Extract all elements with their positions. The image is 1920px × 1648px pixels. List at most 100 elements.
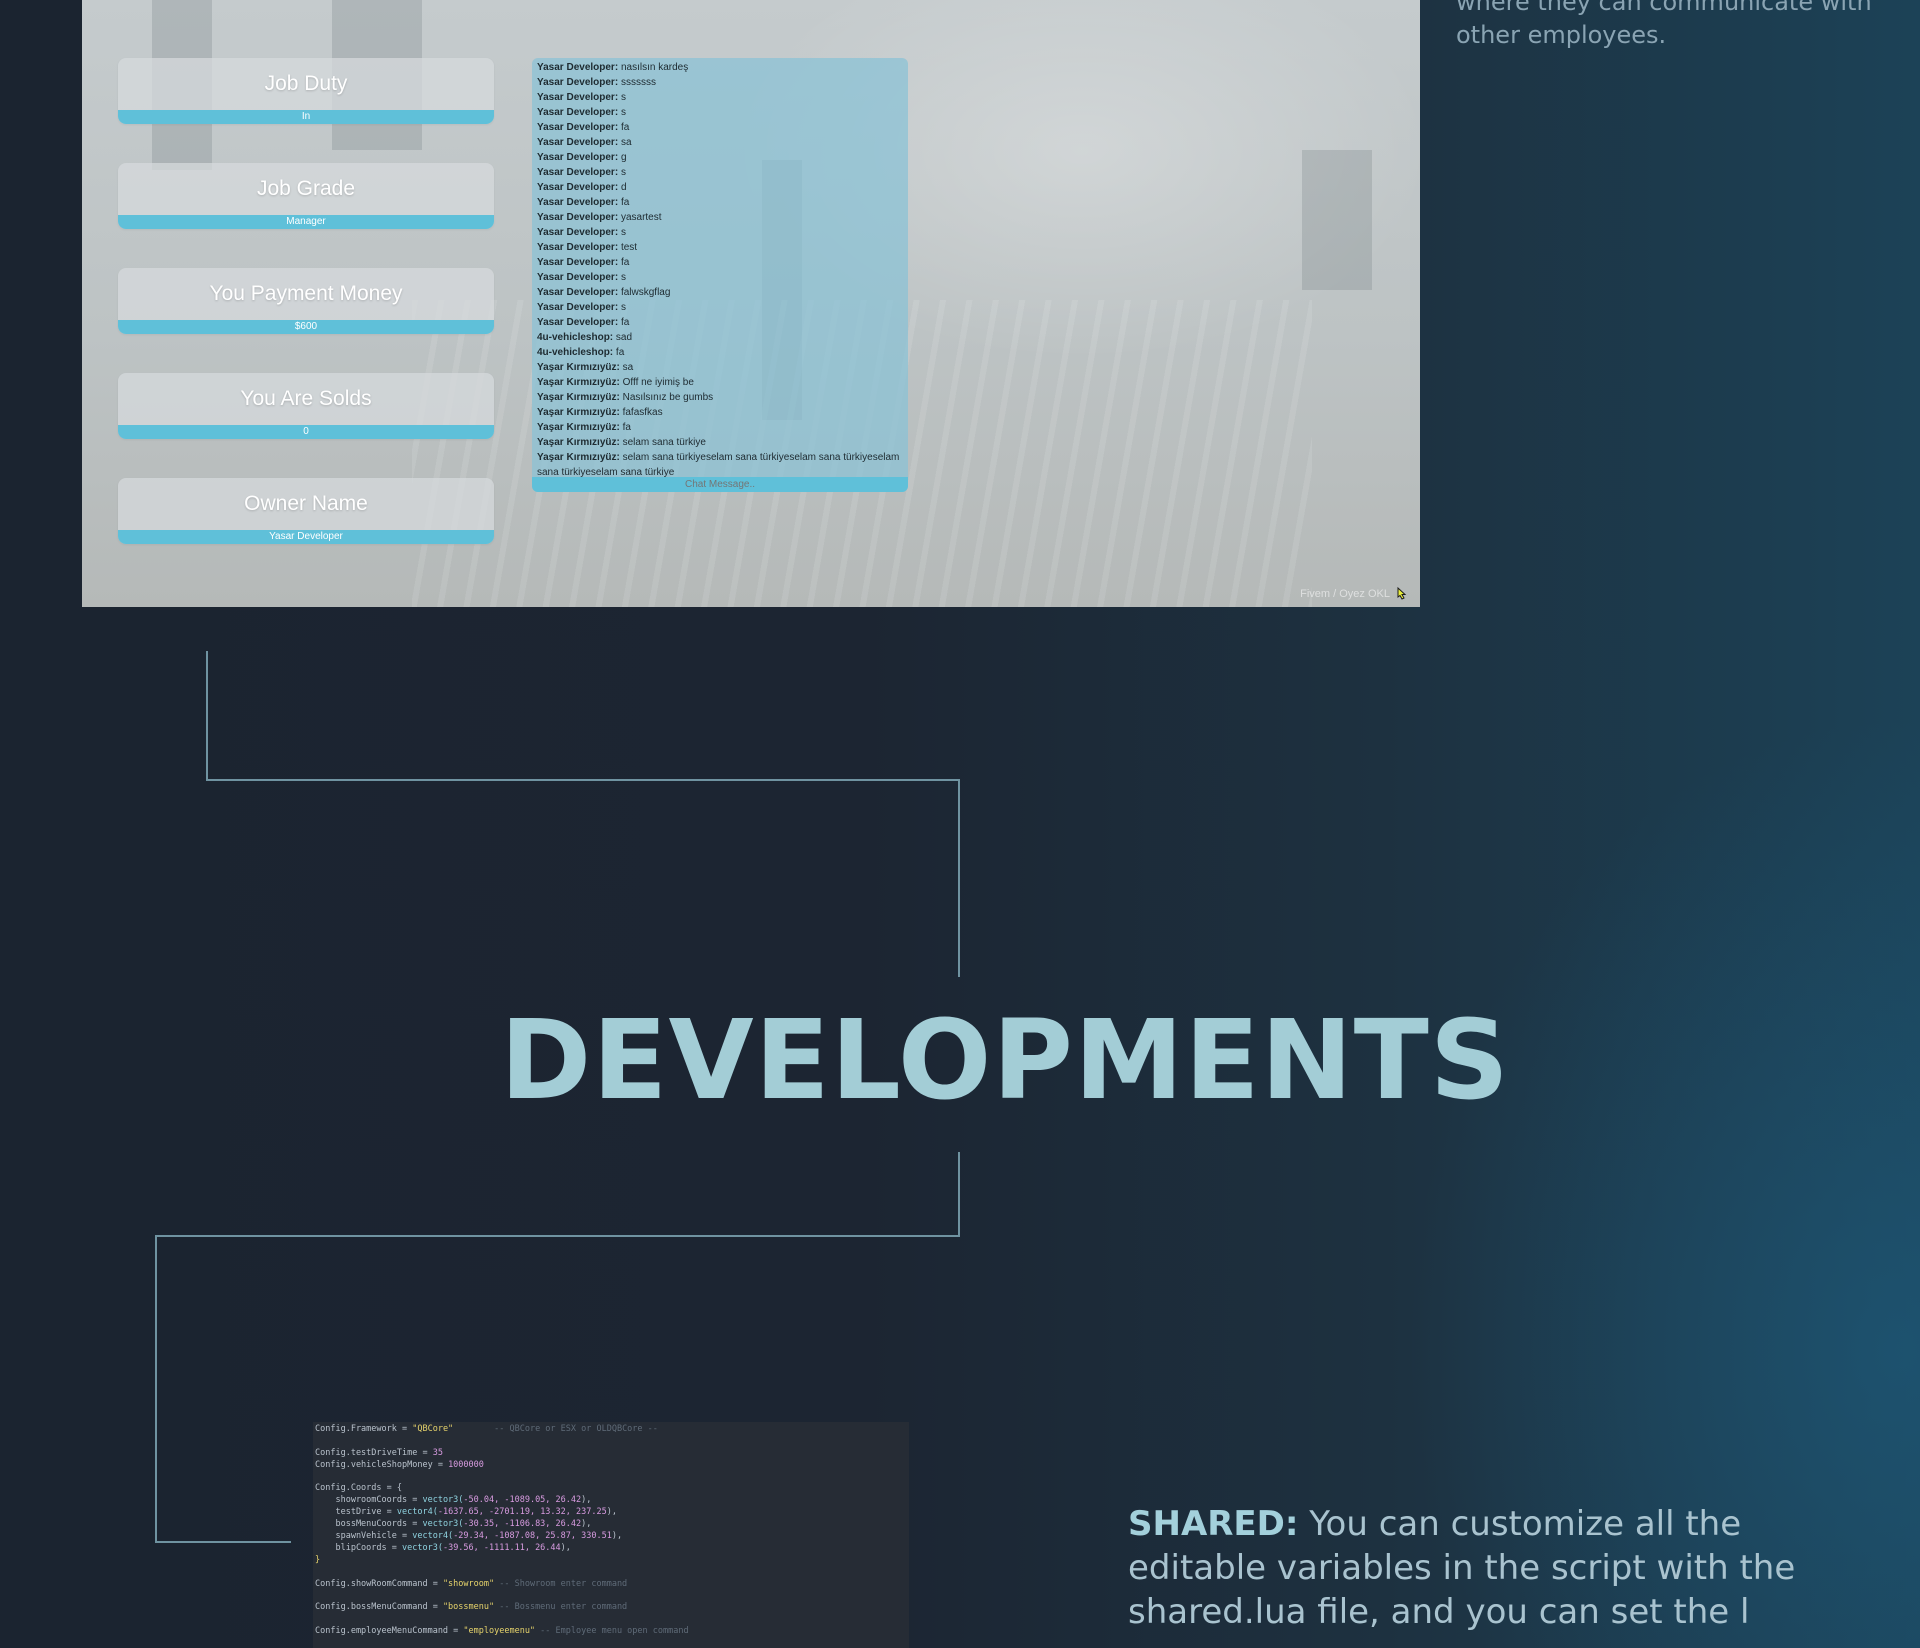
- stat-label: Job Duty: [264, 72, 348, 95]
- chat-message: Yaşar Kırmızıyüz: fafasfkas: [537, 405, 904, 420]
- chat-author: Yasar Developer:: [537, 182, 619, 193]
- frame-line: [958, 779, 960, 977]
- code-line: Config.showRoomCommand = "showroom" -- S…: [315, 1579, 909, 1591]
- chat-author: Yaşar Kırmızıyüz:: [537, 437, 620, 448]
- employee-chat-panel[interactable]: Yasar Developer: nasılsın kardeş Yasar De…: [532, 58, 908, 492]
- code-token: blipCoords =: [315, 1542, 402, 1553]
- chat-text: selam sana türkiye: [619, 437, 706, 448]
- stat-card-job-grade: Job Grade Manager: [118, 163, 494, 229]
- code-token: Config.employeeMenuCommand =: [315, 1626, 464, 1637]
- watermark-text: Fivem / Oyez OKL: [1300, 588, 1390, 600]
- chat-text: sa: [619, 362, 634, 373]
- chat-text: test: [618, 242, 638, 253]
- stat-card-job-duty: Job Duty In: [118, 58, 494, 124]
- chat-message: 4u-vehicleshop: sad: [537, 330, 904, 345]
- chat-text: fa: [618, 197, 630, 208]
- code-token: -- Employee menu open command: [535, 1626, 689, 1637]
- stat-label: Owner Name: [244, 492, 368, 515]
- frame-line: [155, 1235, 960, 1237]
- chat-message: Yasar Developer: s: [537, 270, 904, 285]
- code-token: -1637.65, -2701.19, 13.32, 237.25: [437, 1507, 607, 1518]
- code-token: Config.showRoomCommand =: [315, 1578, 443, 1589]
- chat-text: d: [618, 182, 627, 193]
- chat-text: yasartest: [618, 212, 662, 223]
- chat-message: Yasar Developer: fa: [537, 195, 904, 210]
- code-token: 35: [432, 1447, 443, 1458]
- frame-line: [206, 779, 960, 781]
- chat-author: Yasar Developer:: [537, 197, 619, 208]
- code-token: Config.bossMenuCommand =: [315, 1602, 443, 1613]
- code-token: -39.56, -1111.11, 26.44: [442, 1542, 561, 1553]
- stat-value: 0: [118, 425, 494, 439]
- chat-message: Yaşar Kırmızıyüz: fa: [537, 420, 904, 435]
- chat-author: Yaşar Kırmızıyüz:: [537, 377, 620, 388]
- chat-author: Yasar Developer:: [537, 167, 619, 178]
- code-token: -29.34, -1087.08, 25.87, 330.51: [453, 1531, 612, 1542]
- chat-author: 4u-vehicleshop:: [537, 332, 614, 343]
- code-line: Config.employeeMenuCommand = "employeeme…: [315, 1626, 909, 1638]
- stat-card-owner-name: Owner Name Yasar Developer: [118, 478, 494, 544]
- intro-description: where they can communicate with other em…: [1456, 0, 1872, 49]
- code-token: spawnVehicle =: [315, 1531, 413, 1542]
- chat-author: 4u-vehicleshop:: [537, 347, 614, 358]
- chat-text: g: [618, 152, 627, 163]
- code-token: "bossmenu": [442, 1602, 495, 1613]
- chat-message-list[interactable]: Yasar Developer: nasılsın kardeş Yasar De…: [537, 60, 904, 480]
- code-token: -50.04, -1089.05, 26.42: [463, 1495, 582, 1506]
- code-token: "showroom": [442, 1578, 495, 1589]
- shared-label: SHARED:: [1128, 1504, 1299, 1544]
- code-token: ),: [581, 1519, 592, 1530]
- code-token: ),: [581, 1495, 592, 1506]
- chat-message: Yasar Developer: d: [537, 180, 904, 195]
- chat-text: s: [618, 92, 626, 103]
- chat-message: Yasar Developer: s: [537, 225, 904, 240]
- code-token: "employeemenu": [463, 1626, 536, 1637]
- code-line: Config.Framework = "QBCore" -- QBCore or…: [315, 1424, 909, 1436]
- frame-line: [155, 1541, 291, 1543]
- code-line: Config.vehicleShopMoney = 1000000: [315, 1460, 909, 1472]
- chat-author: Yasar Developer:: [537, 92, 619, 103]
- chat-author: Yasar Developer:: [537, 287, 619, 298]
- code-token: -- QBCore or ESX or OLDQBCore --: [453, 1424, 658, 1434]
- code-line: spawnVehicle = vector4(-29.34, -1087.08,…: [315, 1531, 909, 1543]
- chat-text: sssssss: [618, 77, 656, 88]
- chat-author: Yasar Developer:: [537, 137, 619, 148]
- chat-author: Yasar Developer:: [537, 242, 619, 253]
- chat-message: Yasar Developer: s: [537, 105, 904, 120]
- code-token: -- Bossmenu enter command: [494, 1602, 628, 1613]
- code-token: vector4(: [412, 1531, 454, 1542]
- frame-line: [206, 651, 208, 779]
- code-token: vector3(: [402, 1542, 443, 1553]
- chat-message: Yaşar Kırmızıyüz: selam sana türkiyesela…: [537, 450, 904, 480]
- chat-author: Yasar Developer:: [537, 272, 619, 283]
- pointer-hand-icon: [1397, 586, 1407, 600]
- chat-text: s: [618, 167, 626, 178]
- code-token: -30.35, -1106.83, 26.42: [463, 1519, 582, 1530]
- chat-text: falwskgflag: [618, 287, 671, 298]
- stat-label: You Payment Money: [209, 282, 403, 305]
- code-token: Config.vehicleShopMoney =: [315, 1459, 449, 1470]
- chat-text: Offf ne iyimiş be: [619, 377, 694, 388]
- chat-author: Yasar Developer:: [537, 152, 619, 163]
- chat-author: Yasar Developer:: [537, 62, 619, 73]
- chat-message: Yasar Developer: falwskgflag: [537, 285, 904, 300]
- config-code-screenshot: Config.Framework = "QBCore" -- QBCore or…: [313, 1422, 909, 1648]
- chat-message-input[interactable]: [532, 477, 908, 492]
- chat-author: Yaşar Kırmızıyüz:: [537, 407, 620, 418]
- chat-author: Yasar Developer:: [537, 227, 619, 238]
- chat-message: Yaşar Kırmızıyüz: selam sana türkiye: [537, 435, 904, 450]
- chat-message: Yasar Developer: sssssss: [537, 75, 904, 90]
- chat-message: Yasar Developer: fa: [537, 255, 904, 270]
- code-token: vector3(: [422, 1519, 464, 1530]
- chat-message: Yasar Developer: g: [537, 150, 904, 165]
- chat-message: Yasar Developer: fa: [537, 120, 904, 135]
- chat-text: s: [618, 272, 626, 283]
- stat-value: Manager: [118, 215, 494, 229]
- chat-text: fa: [619, 422, 631, 433]
- section-title: DEVELOPMENTS: [500, 996, 1510, 1124]
- code-token: "QBCore": [412, 1424, 454, 1434]
- stat-card-solds: You Are Solds 0: [118, 373, 494, 439]
- code-token: Config.Coords = {: [315, 1483, 402, 1494]
